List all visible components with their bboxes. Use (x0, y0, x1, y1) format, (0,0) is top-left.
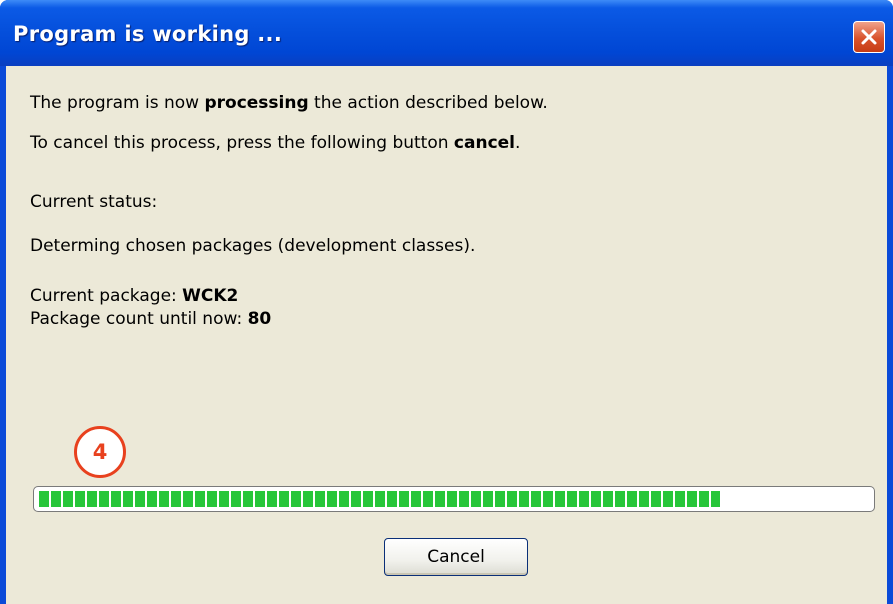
progress-bar (33, 486, 875, 512)
message-line-2: To cancel this process, press the follow… (30, 133, 521, 153)
title-bar[interactable]: Program is working ... (0, 0, 893, 66)
annotation-badge: 4 (74, 426, 126, 478)
status-label: Current status: (30, 192, 158, 212)
package-count-value: 80 (247, 309, 272, 329)
progress-dialog: Program is working ... The program is no… (0, 0, 893, 604)
current-package-value: WCK2 (182, 286, 239, 306)
progress-bar-fill (39, 491, 720, 507)
package-count: Package count until now: 80 (30, 309, 272, 329)
dialog-body: The program is now processing the action… (6, 66, 887, 604)
close-icon (861, 29, 877, 45)
window-title: Program is working ... (13, 22, 283, 46)
current-package: Current package: WCK2 (30, 286, 239, 306)
message-line-1: The program is now processing the action… (30, 93, 548, 113)
close-button[interactable] (853, 21, 885, 53)
status-description: Determing chosen packages (development c… (30, 236, 476, 256)
cancel-button[interactable]: Cancel (384, 538, 528, 576)
